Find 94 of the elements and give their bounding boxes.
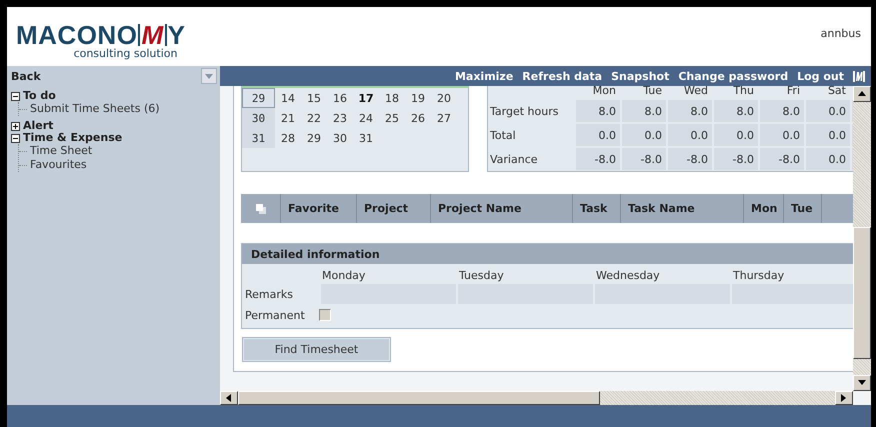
toolbar-link[interactable]: Refresh data [522, 70, 602, 82]
table-cell: 0.0 [806, 100, 850, 122]
calendar-day[interactable]: 21 [275, 108, 301, 128]
calendar-day[interactable]: 18 [379, 88, 405, 108]
logo-tagline: consulting solution [74, 47, 178, 60]
column-header[interactable]: Project [357, 194, 431, 223]
column-header: Fri [786, 86, 801, 98]
calendar-day[interactable]: 16 [327, 88, 353, 108]
calendar-day[interactable]: 19 [405, 88, 431, 108]
find-timesheet-button[interactable]: Find Timesheet [243, 338, 390, 361]
toolbar-link[interactable]: Log out [797, 70, 844, 82]
scroll-down-button[interactable] [853, 375, 871, 391]
table-cell: 8.0 [760, 100, 804, 122]
column-header[interactable]: Project Name [431, 194, 573, 223]
calendar-day[interactable]: 31 [353, 128, 379, 148]
calendar-day[interactable]: 14 [275, 88, 301, 108]
day-label: Wednesday [595, 268, 661, 283]
logo-wordmark: MACONO MY [16, 22, 186, 48]
collapse-icon[interactable] [11, 92, 20, 100]
column-header: Wed [683, 86, 709, 98]
table-cell: 8.0 [622, 100, 666, 122]
week-number[interactable]: 30 [242, 108, 275, 128]
column-header: Sat [826, 86, 847, 98]
scroll-left-button[interactable] [220, 391, 238, 405]
toolbar-link[interactable]: Maximize [454, 70, 514, 82]
calendar-day[interactable]: 22 [301, 108, 327, 128]
calendar-day[interactable]: 29 [301, 128, 327, 148]
calendar-day[interactable]: 20 [431, 88, 457, 108]
field-label: Remarks [245, 286, 294, 302]
username: annbus [820, 27, 861, 40]
remarks-field[interactable] [732, 284, 853, 304]
panel-title: Detailed information [242, 244, 853, 264]
table-cell: 0.0 [576, 124, 620, 146]
tree-item[interactable]: Time Sheet [30, 144, 92, 158]
table-cell: -8.0 [576, 148, 620, 170]
column-header[interactable]: Task [573, 194, 621, 223]
toolbar-link[interactable]: Change password [678, 70, 788, 82]
day-label: Monday [321, 268, 366, 283]
table-cell: 8.0 [714, 100, 758, 122]
row-label: Variance [490, 152, 539, 168]
tree-item[interactable]: Time & Expense [23, 132, 122, 144]
calendar-day[interactable]: 27 [431, 108, 457, 128]
column-header: Mon [592, 86, 617, 98]
row-label: Total [490, 128, 517, 144]
table-cell: -8.0 [668, 148, 712, 170]
calendar-day[interactable]: 25 [379, 108, 405, 128]
vertical-scrollbar[interactable] [853, 86, 871, 391]
column-header: Thu [732, 86, 755, 98]
table-cell: 0.0 [760, 124, 804, 146]
calendar-day[interactable]: 24 [353, 108, 379, 128]
tree-item[interactable]: To do [23, 90, 56, 102]
scroll-up-button[interactable] [853, 86, 871, 102]
expand-icon[interactable] [11, 122, 20, 130]
day-label: Tuesday [458, 268, 505, 283]
toolbar-link[interactable]: Snapshot [611, 70, 670, 82]
tree-item[interactable]: Alert [23, 120, 54, 132]
table-cell: 0.0 [668, 124, 712, 146]
horizontal-scrollbar[interactable] [220, 391, 853, 405]
table-cell: 0.0 [806, 148, 850, 170]
column-header[interactable]: Mon [744, 194, 784, 223]
table-cell: 0.0 [714, 124, 758, 146]
column-header[interactable]: Favorite [281, 194, 357, 223]
table-cell: -8.0 [714, 148, 758, 170]
column-header: Tue [642, 86, 663, 98]
collapse-icon[interactable] [11, 134, 20, 142]
tree-item[interactable]: Submit Time Sheets (6) [30, 102, 160, 116]
arrow-icon[interactable] [857, 89, 867, 99]
calendar-day[interactable]: 17 [353, 88, 379, 108]
tree-item[interactable]: Favourites [30, 158, 87, 172]
column-header[interactable]: Task Name [621, 194, 744, 223]
back-link[interactable]: Back [11, 70, 41, 82]
table-cell: 0.0 [806, 124, 850, 146]
logo-icon [853, 70, 865, 82]
row-label: Target hours [490, 104, 560, 120]
checkbox[interactable] [319, 309, 331, 321]
week-number[interactable]: 29 [242, 88, 275, 108]
calendar-day[interactable]: 15 [301, 88, 327, 108]
arrow-icon[interactable] [224, 393, 234, 403]
table-cell: 8.0 [668, 100, 712, 122]
calendar-day[interactable]: 26 [405, 108, 431, 128]
calendar-day[interactable]: 30 [327, 128, 353, 148]
calendar-day[interactable]: 23 [327, 108, 353, 128]
table-cell: -8.0 [622, 148, 666, 170]
table-cell: 8.0 [576, 100, 620, 122]
field-label: Permanent [245, 308, 306, 324]
calendar-day[interactable]: 28 [275, 128, 301, 148]
column-header[interactable]: Tue [784, 194, 822, 223]
table-cell: -8.0 [760, 148, 804, 170]
week-number[interactable]: 31 [242, 128, 275, 148]
day-label: Thursday [732, 268, 786, 283]
scrollbar-thumb[interactable] [853, 227, 871, 359]
table-cell: 0.0 [622, 124, 666, 146]
scroll-right-button[interactable] [835, 391, 853, 405]
scrollbar-thumb[interactable] [238, 391, 600, 405]
